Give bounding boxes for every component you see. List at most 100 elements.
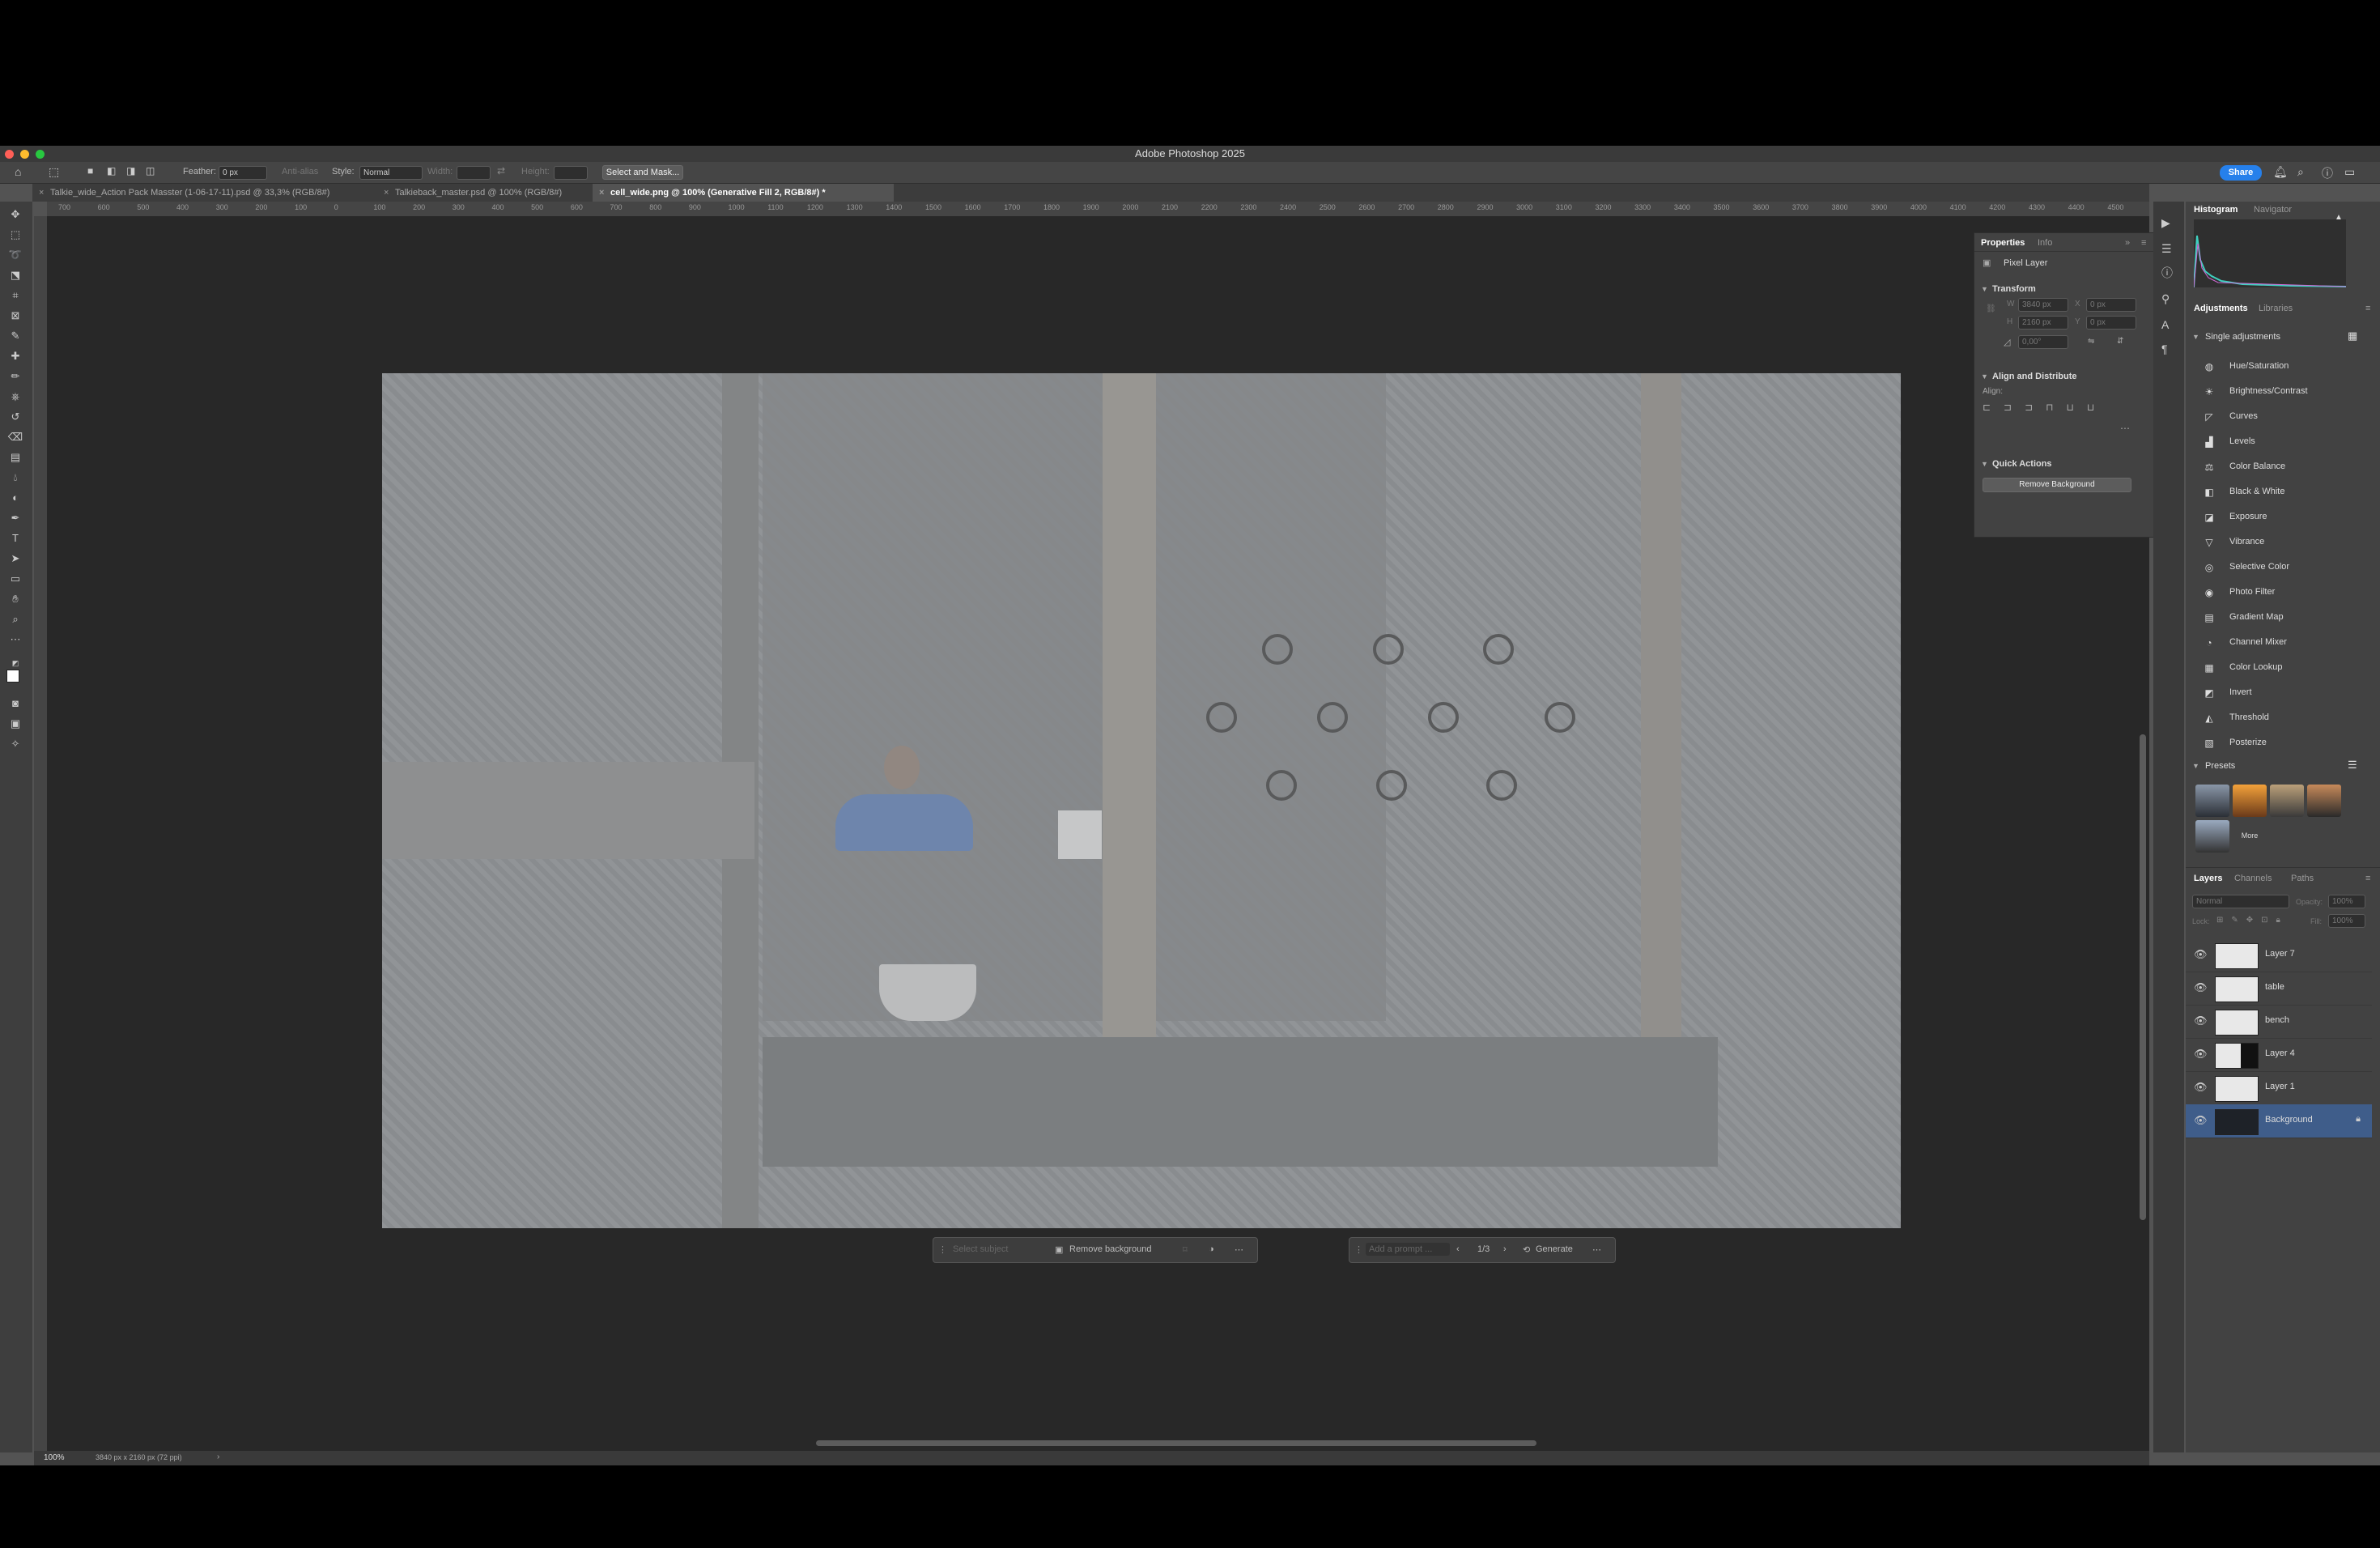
more-tools-icon[interactable]: ⋯	[6, 632, 24, 648]
subtract-selection-icon[interactable]: ◨	[126, 165, 135, 176]
adj-item[interactable]: ▦ Color Lookup	[2202, 657, 2364, 681]
transform-icon[interactable]: ⌑	[1183, 1244, 1188, 1255]
adj-item[interactable]: ◭ Threshold	[2202, 707, 2364, 731]
swap-icon[interactable]: ⇄	[497, 165, 505, 176]
previous-icon[interactable]: ‹	[1456, 1244, 1460, 1254]
layer-row[interactable]: 👁︎ Layer 4	[2186, 1038, 2372, 1072]
opacity-input[interactable]: 100%	[2328, 895, 2365, 908]
tab-channels[interactable]: Channels	[2234, 874, 2272, 883]
lasso-tool-icon[interactable]: ➰	[6, 247, 24, 263]
adj-item[interactable]: ◪ Exposure	[2202, 506, 2364, 530]
remove-background-button[interactable]: Remove background	[1069, 1244, 1152, 1254]
tab-layers[interactable]: Layers	[2194, 874, 2222, 883]
adj-item[interactable]: ▧ Posterize	[2202, 732, 2364, 756]
preset-thumbnail[interactable]	[2270, 785, 2304, 817]
more-options-icon[interactable]: ⋯	[1235, 1244, 1243, 1255]
crop-tool-icon[interactable]: ⌗	[6, 287, 24, 304]
quick-actions-section[interactable]: Quick Actions	[1992, 459, 2052, 469]
more-options-icon[interactable]: ⋯	[1592, 1244, 1601, 1255]
drag-handle-icon[interactable]: ⋮	[1354, 1244, 1363, 1255]
rectangle-tool-icon[interactable]: ▭	[6, 571, 24, 587]
blend-mode-select[interactable]: Normal	[2192, 895, 2289, 908]
preset-thumbnail[interactable]	[2233, 785, 2267, 817]
panel-menu-icon[interactable]: ≡	[2141, 238, 2146, 248]
chevron-down-icon[interactable]: ▼	[2192, 333, 2199, 341]
type-icon[interactable]: A	[2161, 318, 2169, 331]
fill-input[interactable]: 100%	[2328, 914, 2365, 928]
blur-tool-icon[interactable]: 💧︎	[6, 470, 24, 486]
style-select[interactable]: Normal	[359, 166, 423, 180]
horizontal-scrollbar[interactable]	[816, 1440, 1536, 1446]
document-canvas-image[interactable]	[382, 373, 1901, 1228]
anti-alias-checkbox[interactable]: Anti-alias	[282, 167, 318, 176]
transform-section[interactable]: Transform	[1992, 284, 2036, 294]
width-input[interactable]	[457, 166, 491, 180]
adj-item[interactable]: ⚖ Color Balance	[2202, 456, 2364, 480]
flip-vertical-icon[interactable]: ⇵	[2117, 337, 2123, 346]
lock-options-icon[interactable]: ⊞✎✥⊡🔒︎	[2216, 916, 2289, 925]
spot-healing-tool-icon[interactable]: ✚	[6, 348, 24, 364]
adj-item[interactable]: ▤ Gradient Map	[2202, 606, 2364, 631]
clone-stamp-tool-icon[interactable]: ⎈	[6, 389, 24, 405]
help-icon[interactable]: ⓘ	[2322, 165, 2333, 181]
move-tool-icon[interactable]: ✥	[6, 206, 24, 223]
panel-menu-icon[interactable]: ≡	[2365, 304, 2370, 313]
adj-item[interactable]: ◎ Selective Color	[2202, 556, 2364, 580]
lock-icon[interactable]: 🔒︎	[2356, 1114, 2361, 1125]
generate-button[interactable]: Generate	[1536, 1244, 1573, 1254]
grid-view-icon[interactable]: ▦	[2348, 330, 2357, 342]
add-selection-icon[interactable]: ◧	[107, 165, 116, 176]
path-selection-tool-icon[interactable]: ➤	[6, 551, 24, 567]
tab-cell-wide[interactable]: × cell_wide.png @ 100% (Generative Fill …	[593, 184, 894, 202]
y-field[interactable]: 0 px	[2086, 316, 2136, 330]
height-field[interactable]: 2160 px	[2018, 316, 2068, 330]
zoom-tool-icon[interactable]: ⌕	[6, 611, 24, 627]
frame-tool-icon[interactable]: ⊠	[6, 308, 24, 324]
x-field[interactable]: 0 px	[2086, 298, 2136, 312]
tab-properties[interactable]: Properties	[1981, 238, 2025, 248]
close-tab-icon[interactable]: ×	[599, 184, 604, 202]
visibility-eye-icon[interactable]: 👁︎	[2194, 1114, 2208, 1127]
screen-mode-icon[interactable]: ▣	[6, 716, 24, 732]
eyedropper-tool-icon[interactable]: ✎	[6, 328, 24, 344]
prompt-input[interactable]: Add a prompt ...	[1366, 1243, 1450, 1256]
panel-menu-icon[interactable]: ≡	[2365, 874, 2370, 883]
visibility-eye-icon[interactable]: 👁︎	[2194, 1081, 2208, 1094]
list-view-icon[interactable]: ☰	[2348, 759, 2357, 772]
gradient-tool-icon[interactable]: ▤	[6, 449, 24, 466]
chevron-down-icon[interactable]: ▼	[1981, 460, 1988, 468]
object-selection-tool-icon[interactable]: ⬔	[6, 267, 24, 283]
generative-icon[interactable]: ✧	[6, 736, 24, 752]
more-presets-button[interactable]: More	[2233, 831, 2267, 840]
marquee-preset-icon[interactable]: ⬚	[49, 165, 59, 179]
history-brush-tool-icon[interactable]: ↺	[6, 409, 24, 425]
adj-item[interactable]: ◩ Invert	[2202, 682, 2364, 706]
vertical-scrollbar[interactable]	[2140, 734, 2146, 1220]
adj-item[interactable]: ▽ Vibrance	[2202, 531, 2364, 555]
adj-item[interactable]: ☀ Brightness/Contrast	[2202, 381, 2364, 405]
tab-info[interactable]: Info	[2038, 238, 2052, 248]
visibility-eye-icon[interactable]: 👁︎	[2194, 948, 2208, 961]
tab-navigator[interactable]: Navigator	[2254, 205, 2292, 215]
preset-thumbnail[interactable]	[2195, 820, 2229, 853]
default-colors-icon[interactable]: ◩	[6, 655, 24, 671]
foreground-color-swatch[interactable]	[6, 670, 19, 683]
visibility-eye-icon[interactable]: 👁︎	[2194, 1048, 2208, 1061]
quick-mask-icon[interactable]: ◙	[6, 695, 24, 712]
chevron-down-icon[interactable]: ▼	[1981, 372, 1988, 381]
layer-row[interactable]: 👁︎ bench	[2186, 1005, 2372, 1039]
visibility-eye-icon[interactable]: 👁︎	[2194, 981, 2208, 994]
layer-row[interactable]: 👁︎ Layer 7	[2186, 938, 2372, 972]
preset-thumbnail[interactable]	[2195, 785, 2229, 817]
select-subject-button[interactable]: Select subject	[953, 1244, 1008, 1254]
eraser-tool-icon[interactable]: ⌫	[6, 429, 24, 445]
tab-histogram[interactable]: Histogram	[2194, 205, 2238, 215]
brush-tool-icon[interactable]: ✏	[6, 368, 24, 385]
close-tab-icon[interactable]: ×	[384, 184, 389, 202]
hand-tool-icon[interactable]: ✋︎	[6, 591, 24, 607]
adj-item[interactable]: ◸ Curves	[2202, 406, 2364, 430]
drag-handle-icon[interactable]: ⋮	[938, 1244, 947, 1255]
visibility-eye-icon[interactable]: 👁︎	[2194, 1014, 2208, 1027]
chevron-right-icon[interactable]: ›	[217, 1452, 219, 1461]
adj-item[interactable]: ◧ Black & White	[2202, 481, 2364, 505]
